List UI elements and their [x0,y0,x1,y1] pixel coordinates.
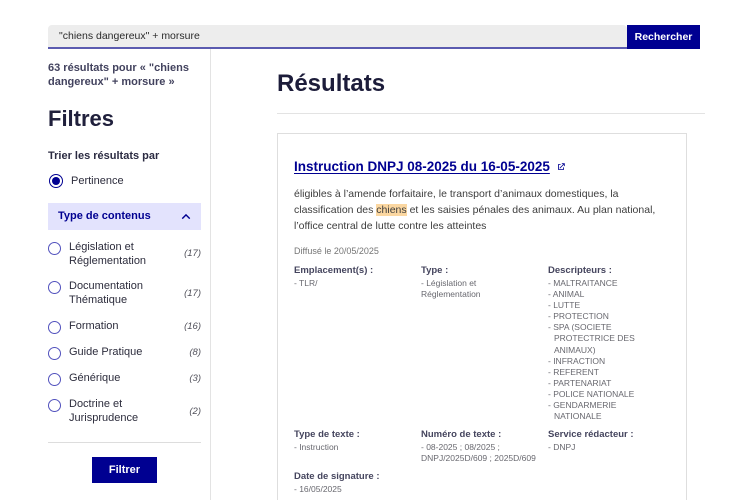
radio-icon[interactable] [48,399,61,412]
meta-value-list: - MALTRAITANCE- ANIMAL- LUTTE- PROTECTIO… [548,278,660,422]
filter-count: (3) [186,373,201,384]
page-title: Résultats [277,70,705,98]
meta-numero: Numéro de texte : - 08-2025 ; 08/2025 ; … [421,422,548,464]
results-divider [277,113,705,114]
metadata-grid: Emplacement(s) : - TLR/ Type : - Législa… [294,258,670,495]
meta-value: - Instruction [294,442,411,453]
highlighted-term: chiens [376,204,406,216]
radio-icon[interactable] [48,373,61,386]
meta-value: - 16/05/2025 [294,484,411,495]
filter-legislation[interactable]: Législation et Réglementation (17) [48,234,201,274]
meta-label: Service rédacteur : [548,429,660,440]
filters-sidebar: 63 résultats pour « "chiens dangereux" +… [48,49,211,500]
filter-label: Guide Pratique [69,345,186,359]
meta-type: Type : - Législation et Réglementation [421,258,548,422]
meta-label: Numéro de texte : [421,429,538,440]
result-snippet: éligibles à l’amende forfaitaire, le tra… [294,187,670,234]
chevron-up-icon [181,207,191,225]
filter-guide-pratique[interactable]: Guide Pratique (8) [48,339,201,365]
meta-label: Type : [421,265,538,276]
results-panel: Résultats Instruction DNPJ 08-2025 du 16… [277,49,705,500]
sidebar-divider [48,442,201,443]
filter-label: Documentation Thématique [69,279,181,308]
filter-count: (17) [181,288,201,299]
meta-label: Date de signature : [294,471,411,482]
filter-doctrine[interactable]: Doctrine et Jurisprudence (2) [48,391,201,431]
filter-button[interactable]: Filtrer [92,457,157,483]
meta-descripteurs: Descripteurs : - MALTRAITANCE- ANIMAL- L… [548,258,670,422]
meta-value: - TLR/ [294,278,411,289]
radio-icon[interactable] [48,347,61,360]
external-link-icon [556,162,566,172]
meta-label: Descripteurs : [548,265,660,276]
filter-label: Générique [69,371,186,385]
accordion-label: Type de contenus [58,210,151,222]
meta-value: - Législation et Réglementation [421,278,538,300]
radio-icon[interactable] [48,242,61,255]
filter-label: Doctrine et Jurisprudence [69,397,186,426]
published-date: Diffusé le 20/05/2025 [294,246,670,256]
result-card: Instruction DNPJ 08-2025 du 16-05-2025 é… [277,133,687,500]
filter-label: Formation [69,319,181,333]
filter-count: (8) [186,347,201,358]
filter-count: (2) [186,406,201,417]
filter-formation[interactable]: Formation (16) [48,313,201,339]
results-count: 63 résultats pour « "chiens dangereux" +… [48,61,201,90]
content-type-list: Législation et Réglementation (17) Docum… [48,234,201,431]
result-title-link[interactable]: Instruction DNPJ 08-2025 du 16-05-2025 [294,159,550,174]
meta-service: Service rédacteur : - DNPJ [548,422,670,464]
search-button[interactable]: Rechercher [627,25,700,49]
meta-type-texte: Type de texte : - Instruction [294,422,421,464]
filter-label: Législation et Réglementation [69,240,181,269]
search-input[interactable] [48,25,627,49]
radio-selected-icon[interactable] [49,174,63,188]
meta-date-signature: Date de signature : - 16/05/2025 [294,464,421,495]
meta-value: - DNPJ [548,442,660,453]
filter-count: (17) [181,248,201,259]
sort-option-label: Pertinence [71,175,124,187]
meta-label: Type de texte : [294,429,411,440]
filters-title: Filtres [48,106,201,132]
accordion-type-de-contenus[interactable]: Type de contenus [48,203,201,230]
meta-label: Emplacement(s) : [294,265,411,276]
result-title-row: Instruction DNPJ 08-2025 du 16-05-2025 [294,159,670,174]
radio-icon[interactable] [48,321,61,334]
filter-documentation[interactable]: Documentation Thématique (17) [48,273,201,313]
page-content: 63 résultats pour « "chiens dangereux" +… [0,49,750,500]
search-bar: Rechercher [48,25,700,49]
filter-generique[interactable]: Générique (3) [48,365,201,391]
meta-value: - 08-2025 ; 08/2025 ; DNPJ/2025D/609 ; 2… [421,442,538,464]
radio-icon[interactable] [48,281,61,294]
sort-label: Trier les résultats par [48,150,201,162]
filter-count: (16) [181,321,201,332]
sort-option-pertinence[interactable]: Pertinence [48,174,201,188]
meta-emplacement: Emplacement(s) : - TLR/ [294,258,421,422]
